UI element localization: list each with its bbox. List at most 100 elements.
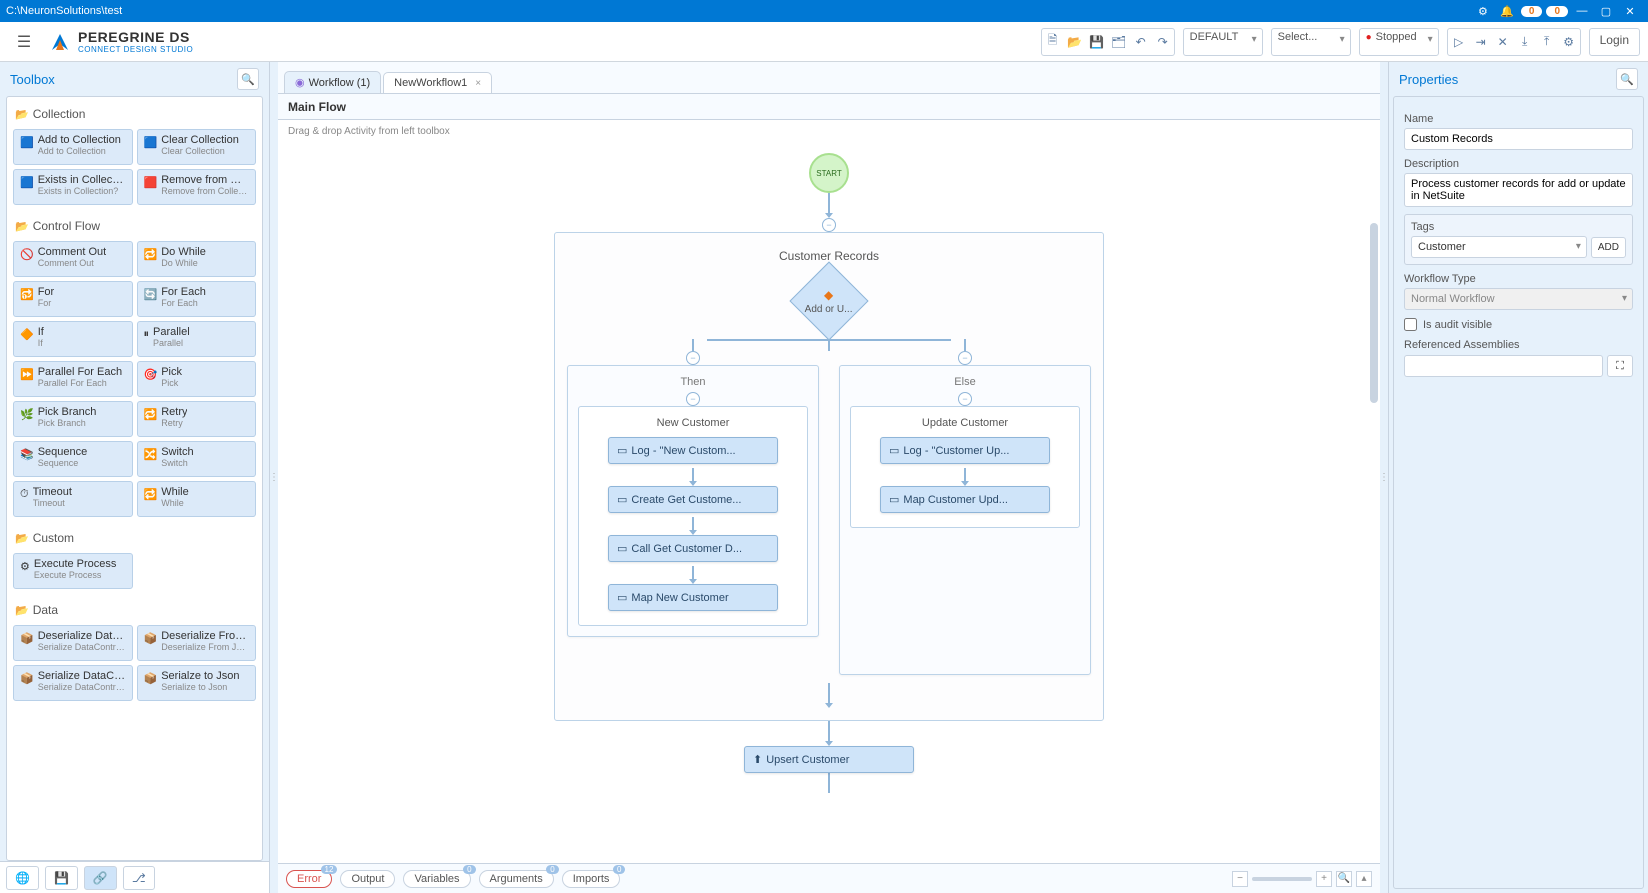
audit-visible-checkbox[interactable] (1404, 318, 1417, 331)
tab-output[interactable]: Output (340, 870, 395, 888)
toolbox-item[interactable]: 🔁WhileWhile (137, 481, 257, 517)
toolbox-category[interactable]: Data (11, 597, 258, 623)
settings-icon[interactable]: ⚙ (1558, 29, 1580, 55)
workflow-activity[interactable]: ▭Map Customer Upd... (880, 486, 1050, 513)
customer-records-container[interactable]: Customer Records ◆Add or U... − Then − (554, 232, 1104, 721)
else-inner-collapse-icon[interactable]: − (958, 392, 972, 406)
endpoint-select[interactable]: Select... (1271, 28, 1351, 56)
toolbox-category[interactable]: Collection (11, 101, 258, 127)
canvas-scroll[interactable]: START − Customer Records ◆Add or U... − (278, 143, 1380, 863)
step-icon[interactable]: ⇥ (1470, 29, 1492, 55)
tab-close-icon[interactable]: × (475, 78, 481, 89)
close-icon[interactable]: ✕ (1618, 2, 1642, 20)
upsert-customer-activity[interactable]: ⬆ Upsert Customer (744, 746, 914, 773)
name-input[interactable] (1404, 128, 1633, 150)
workflow-activity[interactable]: ▭Call Get Customer D... (608, 535, 778, 562)
add-tag-button[interactable]: ADD (1591, 237, 1626, 258)
menu-icon[interactable]: ☰ (8, 26, 40, 58)
toolbox-search-icon[interactable]: 🔍 (237, 68, 259, 90)
tab-arguments[interactable]: Arguments0 (479, 870, 554, 888)
toolbox-item[interactable]: 🔁RetryRetry (137, 401, 257, 437)
expand-icon[interactable]: ⛶ (1607, 355, 1633, 377)
profile-select[interactable]: DEFAULT (1183, 28, 1263, 56)
referenced-assemblies-input[interactable] (1404, 355, 1603, 377)
run-status-select[interactable]: ●Stopped (1359, 28, 1439, 56)
properties-search-icon[interactable]: 🔍 (1616, 68, 1638, 90)
workflow-canvas[interactable]: START − Customer Records ◆Add or U... − (278, 143, 1380, 833)
editor-tab[interactable]: ◉ Workflow (1) (284, 71, 381, 93)
toolbox-item[interactable]: 🟦Add to CollectionAdd to Collection (13, 129, 133, 165)
else-branch[interactable]: Else − Update Customer ▭Log - "Customer … (839, 365, 1091, 675)
footer-branch-icon[interactable]: ⎇ (123, 866, 155, 890)
update-customer-sequence[interactable]: Update Customer ▭Log - "Customer Up...▭M… (850, 406, 1080, 528)
bell-icon[interactable]: 🔔 (1495, 2, 1519, 20)
stop-icon[interactable]: ✕ (1492, 29, 1514, 55)
toolbox-category[interactable]: Custom (11, 525, 258, 551)
zoom-fit-icon[interactable]: 🔍 (1336, 871, 1352, 887)
undo-icon[interactable]: ↶ (1130, 29, 1152, 55)
toolbox-item[interactable]: 📦Serialze to JsonSerialize to Json (137, 665, 257, 701)
toolbox-item[interactable]: 🟥Remove from Col...Remove from Collectio… (137, 169, 257, 205)
description-input[interactable] (1404, 173, 1633, 207)
workflow-activity[interactable]: ▭Log - "New Custom... (608, 437, 778, 464)
right-resize-handle[interactable]: ⋮ (1380, 62, 1388, 893)
workflow-type-select[interactable]: Normal Workflow (1404, 288, 1633, 310)
then-collapse-icon[interactable]: − (686, 351, 700, 365)
export-icon[interactable]: ⤓ (1514, 29, 1536, 55)
toolbox-item[interactable]: ⏩Parallel For EachParallel For Each (13, 361, 133, 397)
toolbox-item[interactable]: 📦Deserialize From ...Deserialize From Js… (137, 625, 257, 661)
workflow-activity[interactable]: ▭Log - "Customer Up... (880, 437, 1050, 464)
footer-globe-icon[interactable]: 🌐 (6, 866, 39, 890)
toolbox-item[interactable]: 📦Deserialize DataC...Serialize DataContr… (13, 625, 133, 661)
toolbox-item[interactable]: 🟦Clear CollectionClear Collection (137, 129, 257, 165)
zoom-collapse-icon[interactable]: ▴ (1356, 871, 1372, 887)
login-button[interactable]: Login (1589, 28, 1640, 56)
tab-error[interactable]: Error12 (286, 870, 332, 888)
tags-select[interactable]: Customer (1411, 236, 1587, 258)
then-inner-collapse-icon[interactable]: − (686, 392, 700, 406)
save-all-icon[interactable]: 🗂 (1108, 29, 1130, 55)
open-file-icon[interactable]: 📂 (1064, 29, 1086, 55)
tab-variables[interactable]: Variables0 (403, 870, 470, 888)
maximize-icon[interactable]: ▢ (1594, 2, 1618, 20)
toolbox-category[interactable]: Control Flow (11, 213, 258, 239)
redo-icon[interactable]: ↷ (1152, 29, 1174, 55)
toolbox-item[interactable]: 📦Serialize DataCo...Serialize DataContra… (13, 665, 133, 701)
footer-link-icon[interactable]: 🔗 (84, 866, 117, 890)
toolbox-item[interactable]: 🌿Pick BranchPick Branch (13, 401, 133, 437)
new-customer-sequence[interactable]: New Customer ▭Log - "New Custom...▭Creat… (578, 406, 808, 626)
new-file-icon[interactable]: 🗎 (1042, 29, 1064, 55)
help-icon[interactable]: ⚙ (1471, 2, 1495, 20)
workflow-activity[interactable]: ▭Create Get Custome... (608, 486, 778, 513)
zoom-slider[interactable] (1252, 877, 1312, 881)
run-icon[interactable]: ▷ (1448, 29, 1470, 55)
zoom-out-icon[interactable]: − (1232, 871, 1248, 887)
collapse-icon[interactable]: − (822, 218, 836, 232)
toolbox-item[interactable]: ⏸ParallelParallel (137, 321, 257, 357)
toolbox-item[interactable]: ⏱TimeoutTimeout (13, 481, 133, 517)
editor-tab[interactable]: NewWorkflow1× (383, 72, 492, 93)
toolbox-item[interactable]: 🔁Do WhileDo While (137, 241, 257, 277)
minimize-icon[interactable]: — (1570, 2, 1594, 20)
import-icon[interactable]: ⤒ (1536, 29, 1558, 55)
toolbox-item[interactable]: 🎯PickPick (137, 361, 257, 397)
toolbox-item[interactable]: ⚙Execute ProcessExecute Process (13, 553, 133, 589)
toolbox-item[interactable]: 🟦Exists in Collectio...Exists in Collect… (13, 169, 133, 205)
left-resize-handle[interactable]: ⋮ (270, 62, 278, 893)
save-icon[interactable]: 💾 (1086, 29, 1108, 55)
toolbox-item[interactable]: 🔶IfIf (13, 321, 133, 357)
footer-save-icon[interactable]: 💾 (45, 866, 78, 890)
tab-imports[interactable]: Imports0 (562, 870, 621, 888)
vertical-scrollbar[interactable] (1370, 223, 1378, 403)
then-branch[interactable]: Then − New Customer ▭Log - "New Custom..… (567, 365, 819, 637)
else-collapse-icon[interactable]: − (958, 351, 972, 365)
toolbox-item[interactable]: 🚫Comment OutComment Out (13, 241, 133, 277)
workflow-activity[interactable]: ▭Map New Customer (608, 584, 778, 611)
toolbox-item[interactable]: 🔀SwitchSwitch (137, 441, 257, 477)
zoom-in-icon[interactable]: + (1316, 871, 1332, 887)
toolbox-item[interactable]: 🔄For EachFor Each (137, 281, 257, 317)
decision-node[interactable]: ◆Add or U... (789, 261, 868, 340)
toolbox-item[interactable]: 🔂ForFor (13, 281, 133, 317)
start-node[interactable]: START (809, 153, 849, 193)
toolbox-item[interactable]: 📚SequenceSequence (13, 441, 133, 477)
